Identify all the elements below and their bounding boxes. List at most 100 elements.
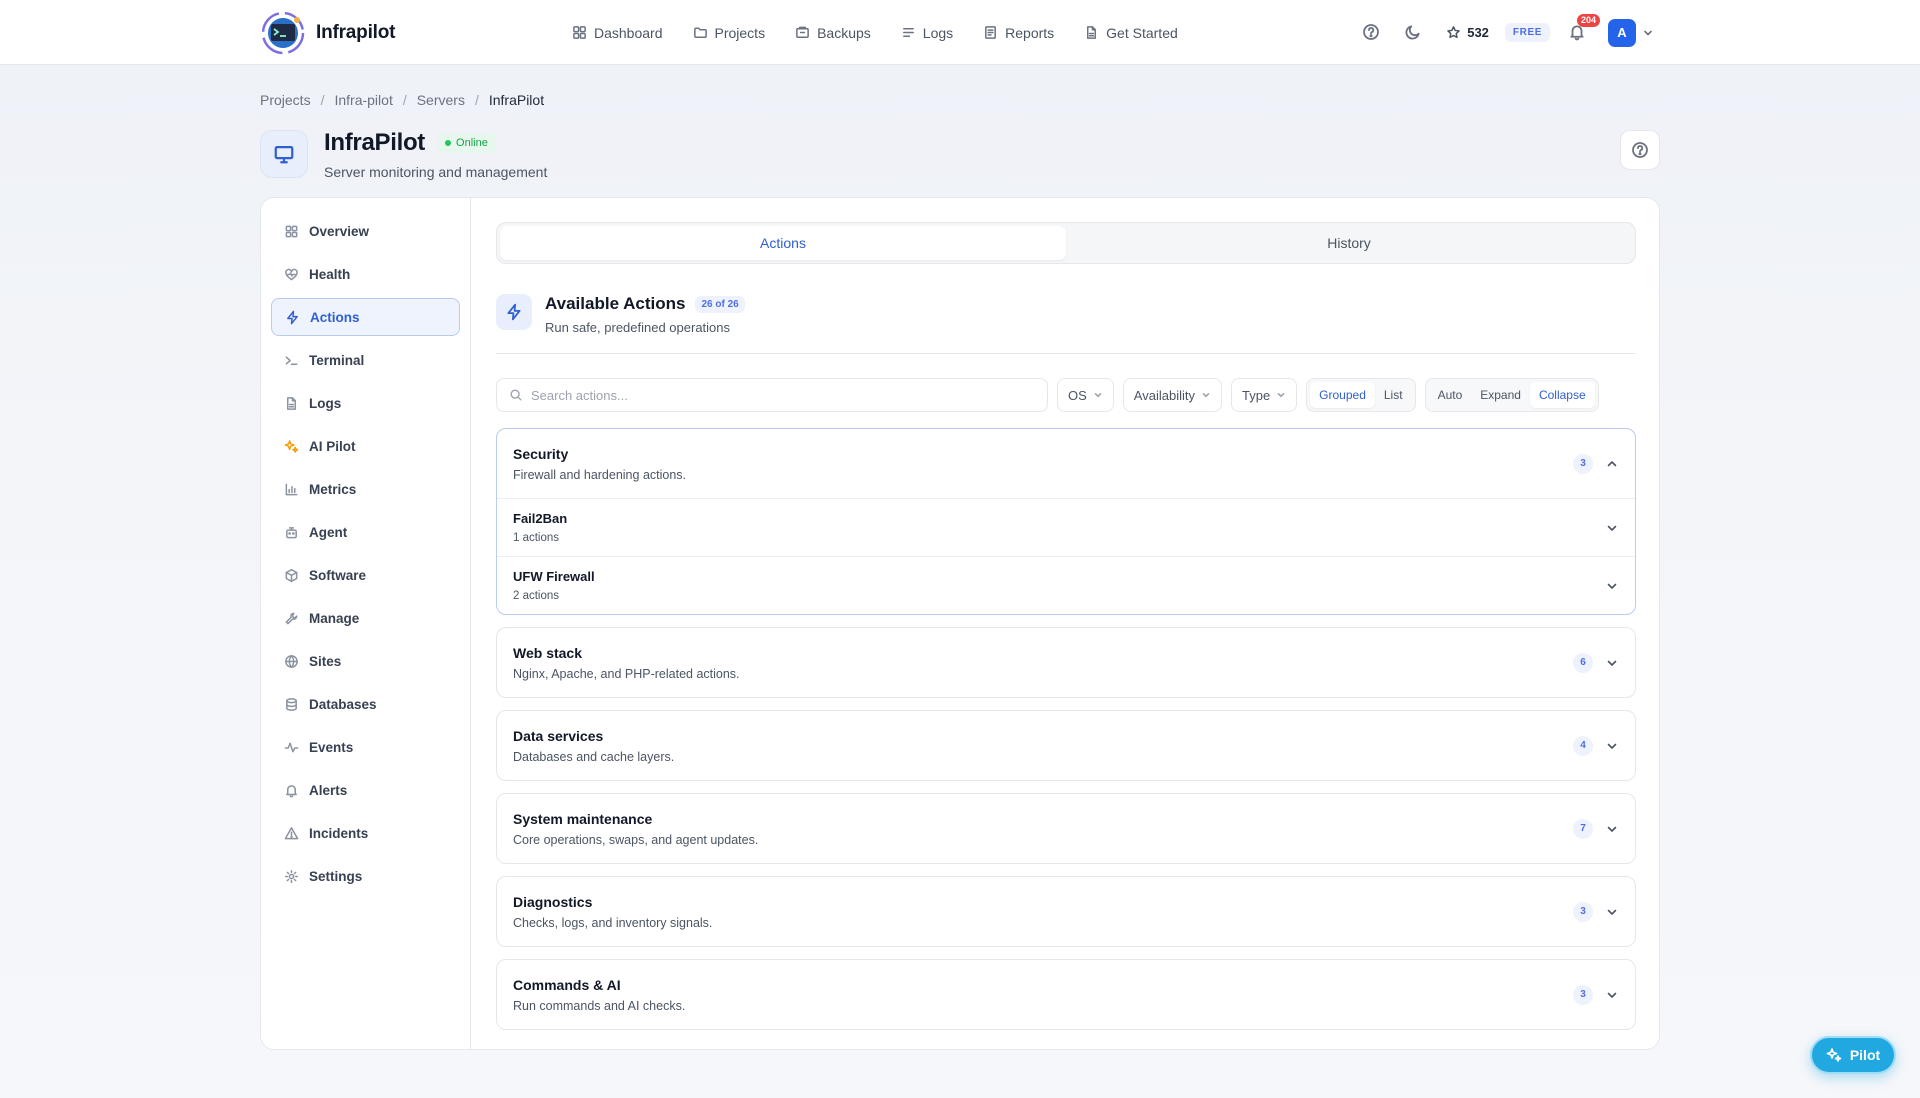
group-count: 6 [1573,652,1593,673]
nav-reports[interactable]: Reports [983,25,1054,41]
sparkle-icon [1826,1048,1842,1062]
type-filter[interactable]: Type [1230,378,1298,412]
chevron-down-icon[interactable] [1605,579,1619,593]
subgroup-ufw-firewall[interactable]: UFW Firewall 2 actions [497,556,1635,614]
sidebar-item-terminal[interactable]: Terminal [271,341,460,379]
sidebar-item-health[interactable]: Health [271,255,460,293]
bell-icon [286,784,297,797]
view-list-button[interactable]: List [1375,382,1412,408]
nav-projects[interactable]: Projects [693,24,766,41]
notifications-button[interactable]: 204 [1568,13,1601,43]
breadcrumb-servers[interactable]: Servers [417,92,465,108]
breadcrumb-project[interactable]: Infra-pilot [334,92,392,108]
heart-icon [285,268,298,280]
group-header[interactable]: Commands & AI Run commands and AI checks… [497,960,1635,1029]
top-navbar: Infrapilot Dashboard Projects Backups Lo… [0,0,1920,65]
filter-bar: OS Availability Type Grouped List Auto E… [496,378,1636,412]
breadcrumb: Projects / Infra-pilot / Servers / Infra… [260,92,544,108]
chevron-down-icon[interactable] [1605,822,1619,836]
os-filter[interactable]: OS [1057,378,1114,412]
group-name: Commands & AI [513,976,621,993]
expand-button[interactable]: Expand [1471,382,1530,408]
group-data-services: Data services Databases and cache layers… [496,710,1636,781]
sidebar-item-manage[interactable]: Manage [271,599,460,637]
nav-get-started[interactable]: Get Started [1084,25,1178,41]
subgroup-count: 2 actions [513,590,560,602]
sidebar-item-databases[interactable]: Databases [271,685,460,723]
group-header[interactable]: System maintenance Core operations, swap… [497,794,1635,863]
sidebar-item-alerts[interactable]: Alerts [271,771,460,809]
sidebar-item-label: Incidents [309,825,369,841]
group-description: Firewall and hardening actions. [513,467,687,482]
search-input[interactable] [531,387,1011,403]
chevron-down-icon[interactable] [1605,656,1619,670]
page-help-button[interactable] [1620,130,1660,170]
sidebar-item-logs[interactable]: Logs [271,384,460,422]
sidebar-item-overview[interactable]: Overview [271,212,460,250]
sparkle-icon [284,439,299,453]
sidebar-item-actions[interactable]: Actions [271,298,460,336]
breadcrumb-separator: / [474,92,479,108]
chevron-down-icon[interactable] [1605,988,1619,1002]
group-diagnostics: Diagnostics Checks, logs, and inventory … [496,876,1636,947]
breadcrumb-projects[interactable]: Projects [260,92,311,108]
chevron-down-icon[interactable] [1642,27,1654,39]
group-count: 3 [1573,453,1593,474]
sidebar-item-agent[interactable]: Agent [271,513,460,551]
brand[interactable]: Infrapilot [259,9,395,57]
document-icon [1087,26,1097,39]
subgroup-fail2ban[interactable]: Fail2Ban 1 actions [497,498,1635,556]
os-filter-label: OS [1068,387,1087,403]
tab-history[interactable]: History [1066,226,1632,260]
sidebar-item-metrics[interactable]: Metrics [271,470,460,508]
star-count[interactable]: 532 [1446,25,1489,40]
moon-icon[interactable] [1404,23,1424,43]
avatar[interactable]: A [1608,18,1636,47]
availability-filter-label: Availability [1133,387,1195,403]
chevron-up-icon[interactable] [1605,457,1619,471]
pilot-assistant-button[interactable]: Pilot [1810,1036,1896,1074]
chevron-down-icon [1277,393,1285,398]
expand-mode-toggle: Auto Expand Collapse [1424,378,1599,412]
chevron-down-icon[interactable] [1605,521,1619,535]
group-header[interactable]: Data services Databases and cache layers… [497,711,1635,780]
sidebar-item-software[interactable]: Software [271,556,460,594]
view-grouped-button[interactable]: Grouped [1310,382,1375,408]
sidebar-item-sites[interactable]: Sites [271,642,460,680]
sidebar-item-label: Databases [309,696,377,712]
terminal-icon [285,355,298,365]
nav-dashboard[interactable]: Dashboard [572,25,663,41]
collapse-button[interactable]: Collapse [1529,382,1595,408]
search-icon [510,389,522,401]
nav-label: Backups [817,24,871,41]
group-commands-ai: Commands & AI Run commands and AI checks… [496,959,1636,1030]
help-icon[interactable] [1362,23,1382,43]
sidebar-item-incidents[interactable]: Incidents [271,814,460,852]
sidebar-item-ai-pilot[interactable]: AI Pilot [271,427,460,465]
sidebar-item-events[interactable]: Events [271,728,460,766]
sidebar-item-label: Agent [309,524,348,540]
page-subtitle: Server monitoring and management [324,164,548,180]
grid-icon [285,225,298,237]
auto-button[interactable]: Auto [1429,382,1472,408]
search-box[interactable] [496,378,1048,412]
nav-label: Projects [714,24,766,41]
group-header[interactable]: Web stack Nginx, Apache, and PHP-related… [497,628,1635,697]
folder-icon [693,27,707,38]
group-description: Checks, logs, and inventory signals. [513,915,713,930]
database-icon [286,697,297,711]
group-header[interactable]: Diagnostics Checks, logs, and inventory … [497,877,1635,946]
availability-filter[interactable]: Availability [1122,378,1222,412]
subgroup-name: Fail2Ban [513,511,568,526]
help-icon [1632,142,1648,158]
file-icon [287,396,296,410]
chevron-down-icon[interactable] [1605,905,1619,919]
nav-logs[interactable]: Logs [901,25,953,41]
server-sidebar: Overview Health Actions Terminal Logs AI… [261,198,471,1049]
chevron-down-icon[interactable] [1605,739,1619,753]
tab-actions[interactable]: Actions [500,226,1066,260]
group-header[interactable]: Security Firewall and hardening actions.… [497,429,1635,498]
sidebar-item-settings[interactable]: Settings [271,857,460,895]
nav-backups[interactable]: Backups [795,25,871,41]
main-nav: Dashboard Projects Backups Logs Reports … [572,0,1208,65]
